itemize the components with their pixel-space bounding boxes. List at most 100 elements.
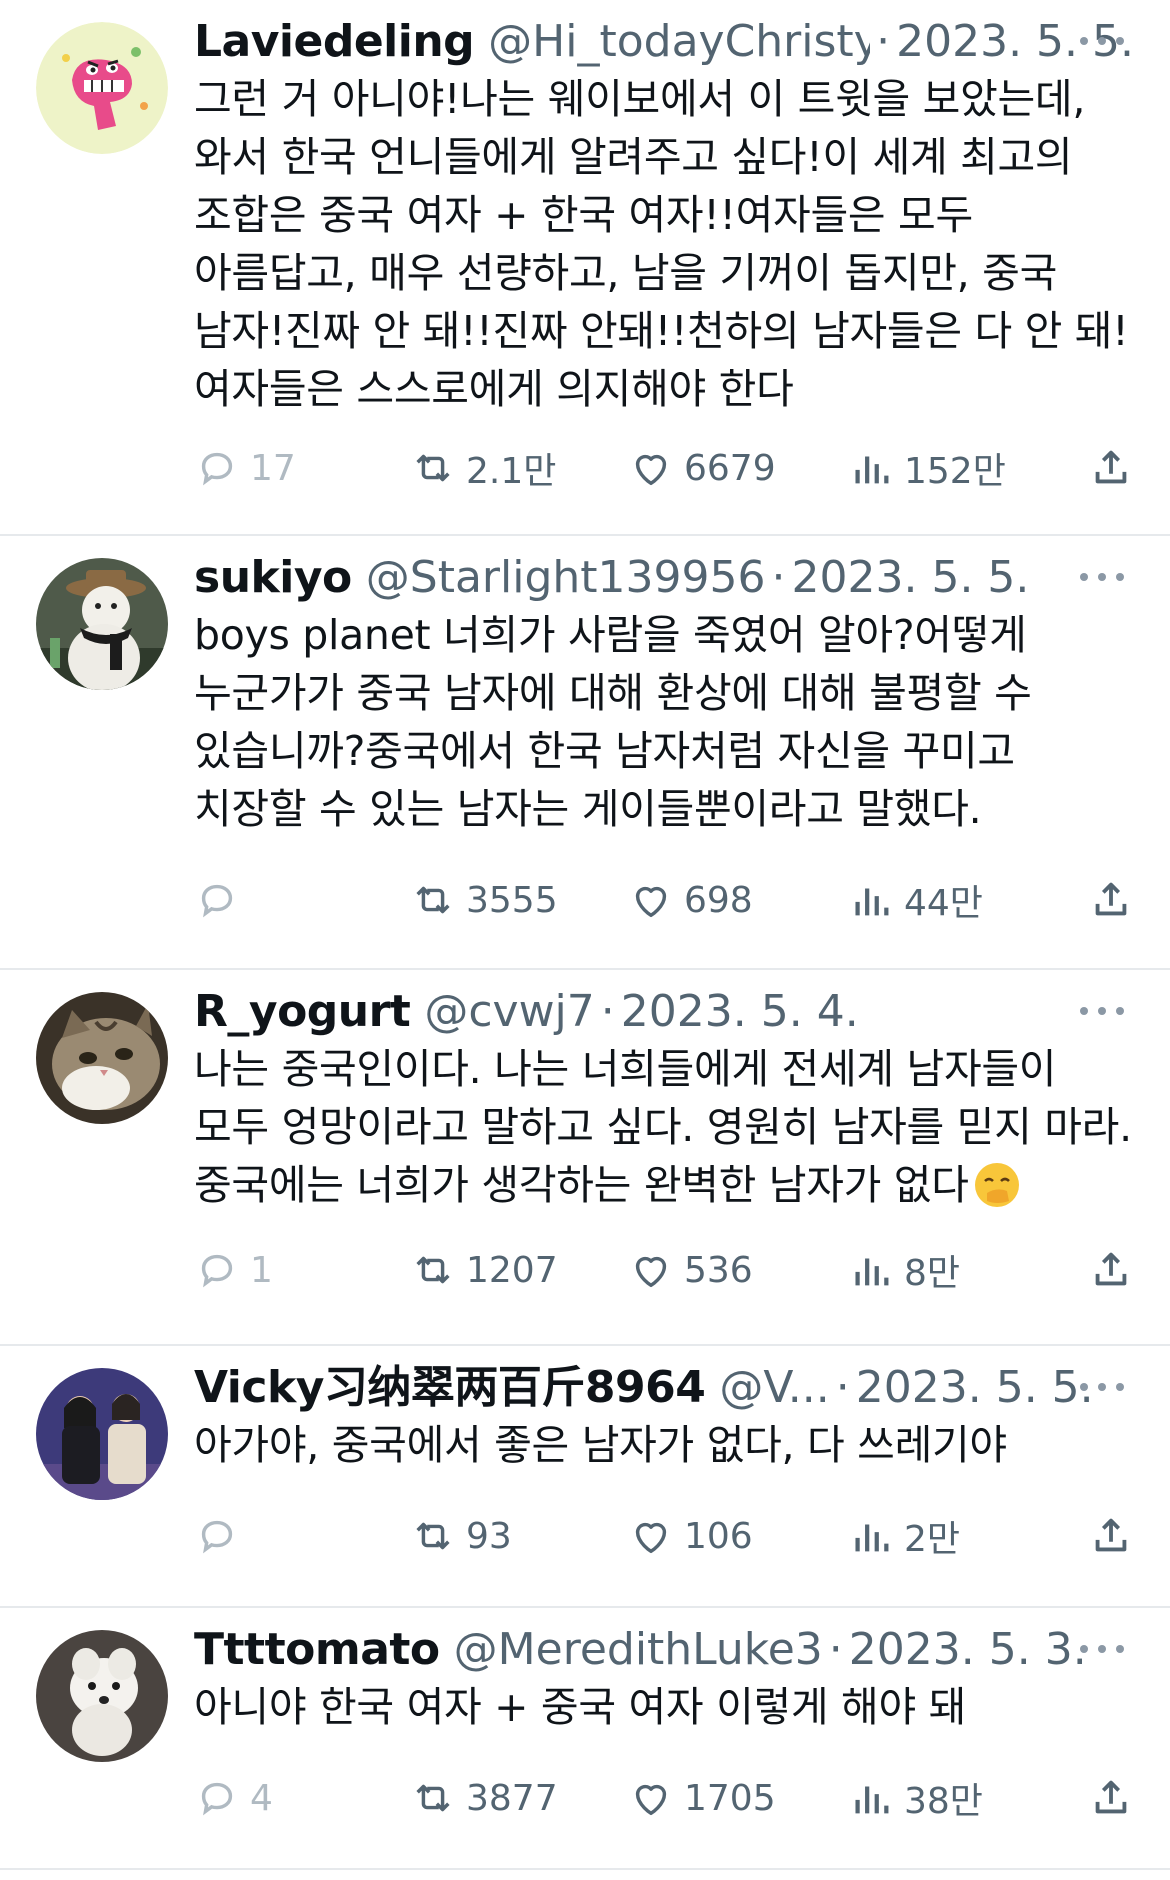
heart-icon (635, 454, 667, 486)
retweet-icon (416, 454, 450, 482)
tweet-actions: 4 3877 1705 38만 (194, 1768, 1134, 1828)
views-button[interactable]: 8만 (848, 1240, 960, 1300)
more-icon[interactable] (1080, 996, 1124, 1026)
display-name[interactable]: R_yogurt (194, 984, 411, 1040)
tweet-date[interactable]: 2023. 5. 3. (849, 1622, 1087, 1678)
views-button[interactable]: 2만 (848, 1506, 960, 1566)
tweet-body: R_yogurt @cvwj7 · 2023. 5. 4. 나는 중국인이다. … (194, 984, 1134, 1214)
display-name[interactable]: Laviedeling (194, 14, 475, 70)
reply-button[interactable]: 1 (194, 1240, 273, 1300)
like-button[interactable]: 536 (628, 1240, 753, 1300)
reply-button[interactable]: 17 (194, 438, 296, 498)
tweet-actions: 1 1207 536 8만 (194, 1240, 1134, 1300)
share-icon (1095, 1780, 1127, 1814)
retweet-button[interactable]: 3555 (410, 870, 558, 930)
more-icon[interactable] (1080, 562, 1124, 592)
retweet-count: 1207 (466, 1249, 558, 1291)
retweet-button[interactable]: 3877 (410, 1768, 558, 1828)
tweet-header: Laviedeling @Hi_todayChristy · 2023. 5. … (194, 14, 1134, 70)
reply-count: 1 (250, 1249, 273, 1291)
reply-button[interactable] (194, 870, 250, 930)
tweet-text: 나는 중국인이다. 나는 너희들에게 전세계 남자들이 모두 엉망이라고 말하고… (194, 1040, 1134, 1214)
share-icon (1095, 1252, 1127, 1286)
retweet-button[interactable]: 93 (410, 1506, 512, 1566)
retweet-icon (416, 1784, 450, 1812)
more-icon[interactable] (1080, 1634, 1124, 1664)
tweet-header: R_yogurt @cvwj7 · 2023. 5. 4. (194, 984, 1134, 1040)
tweet[interactable]: sukiyo @Starlight139956 · 2023. 5. 5. bo… (0, 536, 1170, 970)
views-button[interactable]: 44만 (848, 870, 983, 930)
like-button[interactable]: 6679 (628, 438, 776, 498)
tweet[interactable]: Vicky习纳翠两百斤8964 @V... · 2023. 5. 5. 아가야,… (0, 1346, 1170, 1608)
reply-button[interactable]: 4 (194, 1768, 273, 1828)
display-name[interactable]: Ttttomato (194, 1622, 440, 1678)
tweet-date[interactable]: 2023. 5. 4. (621, 984, 859, 1040)
user-handle[interactable]: @MeredithLuke3 (454, 1622, 823, 1678)
avatar[interactable] (36, 1368, 168, 1500)
retweet-icon (416, 1256, 450, 1284)
avatar[interactable] (36, 22, 168, 154)
reply-count: 17 (250, 447, 296, 489)
views-button[interactable]: 152만 (848, 438, 1006, 498)
share-button[interactable] (1088, 1506, 1134, 1566)
like-button[interactable]: 1705 (628, 1768, 776, 1828)
separator-dot: · (600, 986, 615, 1037)
retweet-count: 3877 (466, 1777, 558, 1819)
like-count: 1705 (684, 1777, 776, 1819)
display-name[interactable]: Vicky习纳翠两百斤8964 (194, 1360, 706, 1416)
views-count: 38만 (904, 1781, 983, 1822)
avatar[interactable] (36, 1630, 168, 1762)
views-icon (855, 456, 889, 484)
like-button[interactable]: 106 (628, 1506, 753, 1566)
tweet-actions: 93 106 2만 (194, 1506, 1134, 1566)
tweet[interactable]: Ttttomato @MeredithLuke3 · 2023. 5. 3. 아… (0, 1608, 1170, 1870)
retweet-icon (416, 1522, 450, 1550)
more-icon[interactable] (1080, 26, 1124, 56)
share-button[interactable] (1088, 1768, 1134, 1828)
retweet-button[interactable]: 1207 (410, 1240, 558, 1300)
display-name[interactable]: sukiyo (194, 550, 352, 606)
reply-button[interactable] (194, 1506, 250, 1566)
like-count: 536 (684, 1249, 753, 1291)
views-icon (855, 1524, 889, 1552)
views-count: 152만 (904, 451, 1006, 492)
views-icon (855, 1258, 889, 1286)
tweet-body: Ttttomato @MeredithLuke3 · 2023. 5. 3. 아… (194, 1622, 1134, 1736)
share-button[interactable] (1088, 870, 1134, 930)
user-handle[interactable]: @V... (719, 1360, 829, 1416)
share-icon (1095, 882, 1127, 916)
tweet[interactable]: R_yogurt @cvwj7 · 2023. 5. 4. 나는 중국인이다. … (0, 970, 1170, 1346)
tweet-actions: 17 2.1만 6679 152만 (194, 438, 1134, 498)
heart-icon (635, 886, 667, 918)
like-button[interactable]: 698 (628, 870, 753, 930)
like-count: 106 (684, 1515, 753, 1557)
tweet-actions: 3555 698 44만 (194, 870, 1134, 930)
face-with-hand-over-mouth-emoji (974, 1163, 1019, 1207)
heart-icon (635, 1522, 667, 1554)
heart-icon (635, 1784, 667, 1816)
user-handle[interactable]: @Starlight139956 (366, 550, 766, 606)
reply-icon (201, 884, 233, 918)
user-handle[interactable]: @Hi_todayChristy (488, 14, 870, 70)
like-count: 6679 (684, 447, 776, 489)
views-count: 44만 (904, 883, 983, 924)
tweet-date[interactable]: 2023. 5. 5. (792, 550, 1030, 606)
reply-icon (201, 1254, 233, 1288)
views-count: 2만 (904, 1519, 961, 1560)
retweet-button[interactable]: 2.1만 (410, 438, 556, 498)
share-button[interactable] (1088, 438, 1134, 498)
user-handle[interactable]: @cvwj7 (424, 984, 594, 1040)
like-count: 698 (684, 879, 753, 921)
views-button[interactable]: 38만 (848, 1768, 983, 1828)
avatar[interactable] (36, 992, 168, 1124)
retweet-icon (416, 886, 450, 914)
tweet[interactable]: Laviedeling @Hi_todayChristy · 2023. 5. … (0, 0, 1170, 536)
share-button[interactable] (1088, 1240, 1134, 1300)
tweet-date[interactable]: 2023. 5. 5. (856, 1360, 1094, 1416)
avatar[interactable] (36, 558, 168, 690)
more-icon[interactable] (1080, 1372, 1124, 1402)
tweet-text: boys planet 너희가 사람을 죽였어 알아?어떻게 누군가가 중국 남… (194, 611, 1032, 833)
tweet-body: Vicky习纳翠两百斤8964 @V... · 2023. 5. 5. 아가야,… (194, 1360, 1134, 1474)
reply-icon (201, 452, 233, 486)
tweet-body: Laviedeling @Hi_todayChristy · 2023. 5. … (194, 14, 1134, 418)
